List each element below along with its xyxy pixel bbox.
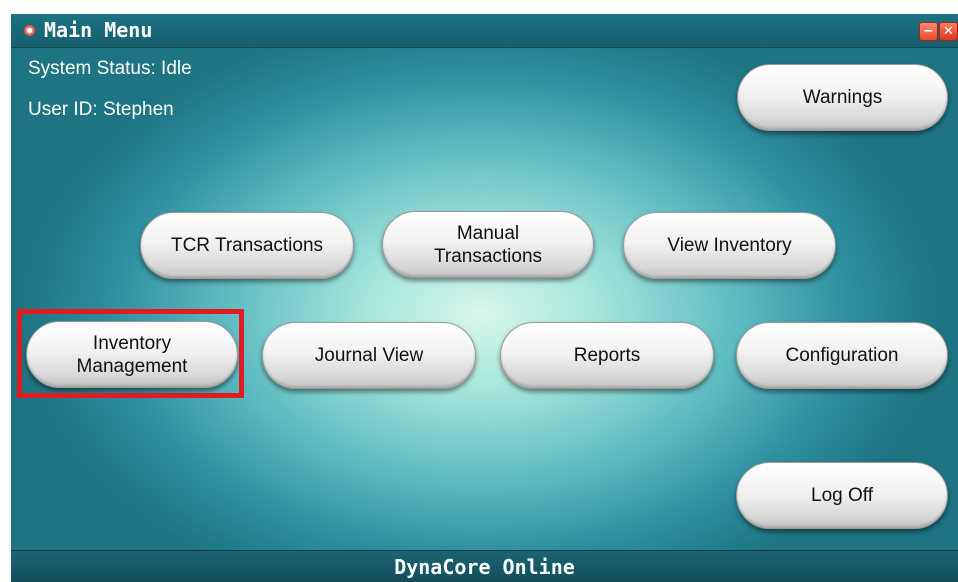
journal-view-label: Journal View (314, 345, 424, 366)
manual-transactions-label-line1: Manual (456, 222, 520, 244)
status-bar: DynaCore Online (11, 550, 958, 582)
close-icon: ✕ (943, 24, 954, 39)
title-bar: Main Menu − ✕ (11, 14, 958, 48)
log-off-button[interactable]: Log Off (736, 462, 948, 529)
app-dot-icon (24, 25, 35, 36)
reports-label: Reports (573, 345, 641, 366)
user-id-text: User ID: Stephen (28, 99, 174, 120)
warnings-label: Warnings (802, 87, 883, 108)
configuration-button[interactable]: Configuration (736, 322, 948, 389)
reports-button[interactable]: Reports (500, 322, 714, 389)
journal-view-button[interactable]: Journal View (262, 322, 476, 389)
manual-transactions-label: Manual Transactions (434, 222, 542, 268)
manual-transactions-label-line2: Transactions (433, 245, 543, 267)
minimize-button[interactable]: − (919, 22, 938, 41)
configuration-label: Configuration (785, 345, 899, 366)
manual-transactions-button[interactable]: Manual Transactions (382, 211, 594, 278)
tcr-transactions-label: TCR Transactions (170, 235, 324, 256)
minimize-icon: − (923, 24, 934, 39)
warnings-button[interactable]: Warnings (737, 64, 948, 131)
window-title: Main Menu (44, 18, 153, 42)
selection-highlight (17, 309, 244, 398)
close-button[interactable]: ✕ (939, 22, 958, 41)
view-inventory-label: View Inventory (667, 235, 792, 256)
log-off-label: Log Off (811, 485, 873, 506)
view-inventory-button[interactable]: View Inventory (623, 212, 836, 279)
main-menu-window: Main Menu − ✕ System Status: Idle User I… (11, 14, 958, 582)
tcr-transactions-button[interactable]: TCR Transactions (140, 212, 354, 279)
app-name: DynaCore Online (394, 555, 575, 579)
system-status-text: System Status: Idle (28, 58, 192, 79)
